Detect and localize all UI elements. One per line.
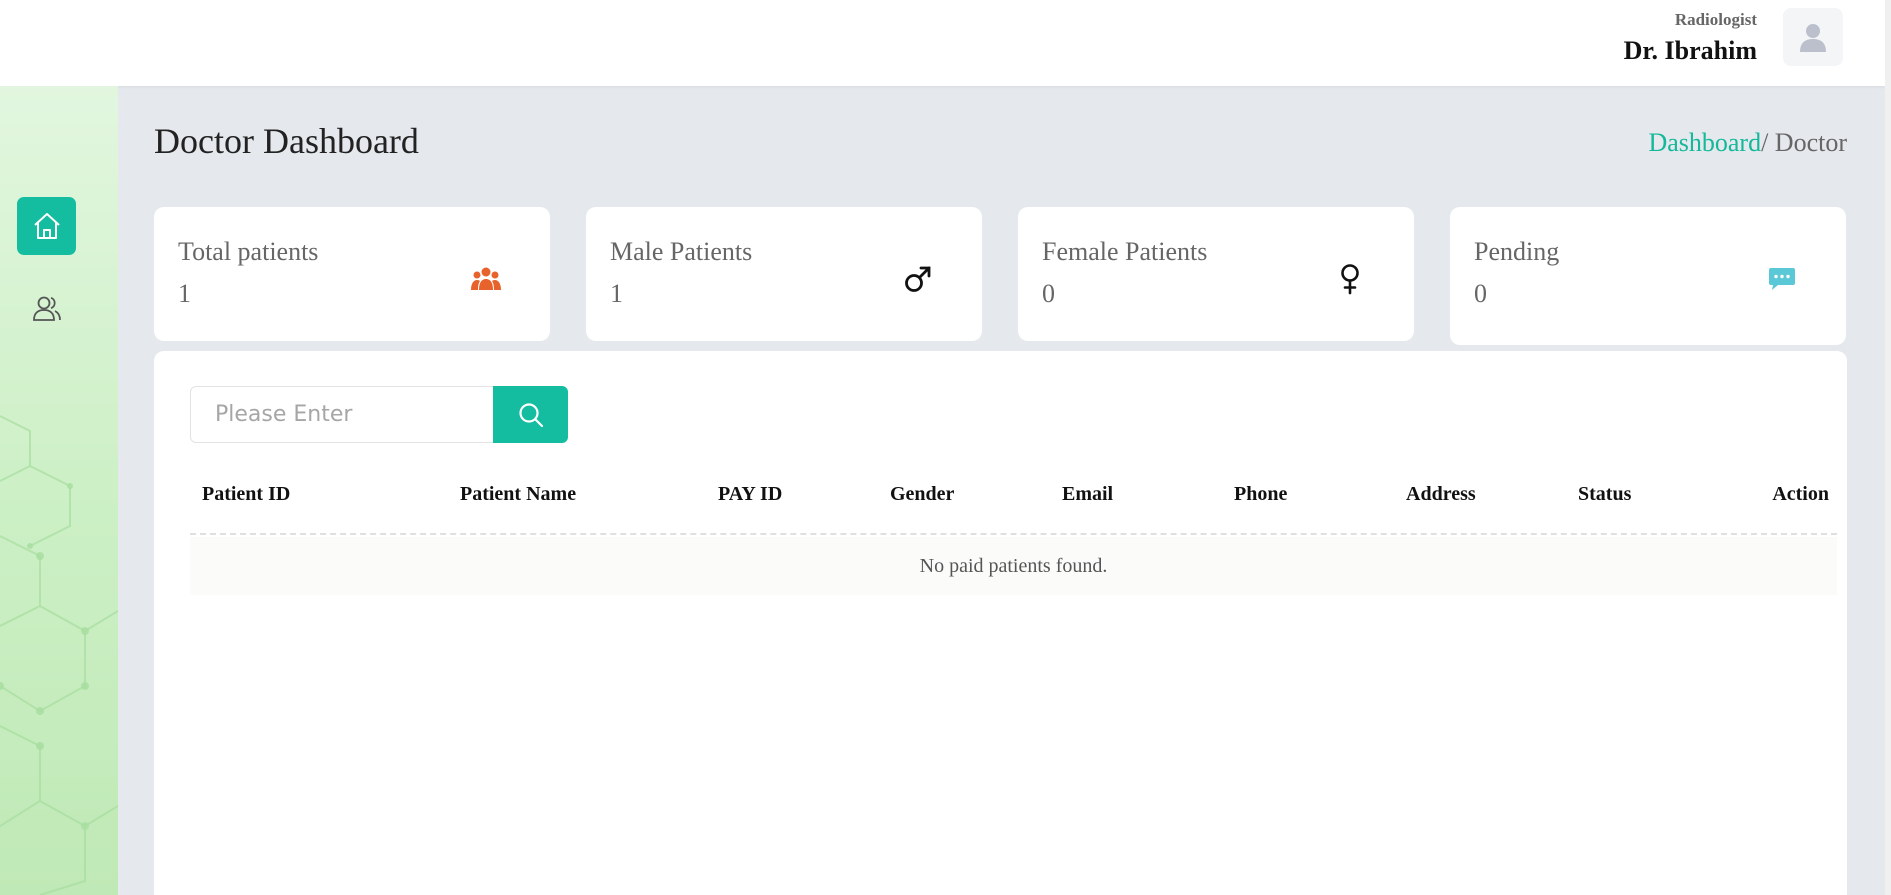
sidebar bbox=[0, 86, 118, 895]
column-header-action[interactable]: Action bbox=[1772, 483, 1829, 506]
column-header-address[interactable]: Address bbox=[1406, 483, 1476, 506]
column-header-patient-name[interactable]: Patient Name bbox=[460, 483, 576, 506]
stat-label: Female Patients bbox=[1042, 237, 1208, 266]
user-role: Radiologist bbox=[1674, 10, 1757, 29]
user-name: Dr. Ibrahim bbox=[1623, 36, 1757, 65]
stat-label: Male Patients bbox=[610, 237, 753, 266]
stat-label: Pending bbox=[1474, 237, 1560, 266]
stat-card-pending: Pending 0 bbox=[1450, 207, 1846, 345]
stat-card-female-patients: Female Patients 0 bbox=[1018, 207, 1414, 341]
group-icon bbox=[470, 263, 502, 295]
search-input[interactable] bbox=[190, 386, 493, 443]
column-header-gender[interactable]: Gender bbox=[890, 483, 954, 506]
user-info: Radiologist Dr. Ibrahim bbox=[1624, 10, 1757, 68]
page-scrollbar[interactable] bbox=[1885, 0, 1891, 895]
stat-card-male-patients: Male Patients 1 bbox=[586, 207, 982, 341]
female-icon bbox=[1334, 263, 1366, 295]
column-header-status[interactable]: Status bbox=[1578, 483, 1631, 506]
user-avatar-icon[interactable] bbox=[1783, 8, 1843, 66]
column-header-email[interactable]: Email bbox=[1062, 483, 1113, 506]
stat-value: 1 bbox=[178, 279, 191, 308]
breadcrumb: Dashboard/ Doctor bbox=[1648, 128, 1847, 158]
page-title: Doctor Dashboard bbox=[154, 121, 419, 161]
stat-label: Total patients bbox=[178, 237, 319, 266]
column-header-patient-id[interactable]: Patient ID bbox=[202, 483, 290, 506]
search-bar bbox=[190, 386, 568, 443]
column-header-phone[interactable]: Phone bbox=[1234, 483, 1287, 506]
stat-card-total-patients: Total patients 1 bbox=[154, 207, 550, 341]
stat-value: 0 bbox=[1042, 279, 1055, 308]
stat-value: 0 bbox=[1474, 279, 1487, 308]
column-header-pay-id[interactable]: PAY ID bbox=[718, 483, 782, 506]
male-icon bbox=[902, 263, 934, 295]
sidebar-item-patients[interactable] bbox=[17, 279, 76, 337]
table-header: Patient ID Patient Name PAY ID Gender Em… bbox=[190, 471, 1837, 535]
search-icon bbox=[518, 402, 543, 427]
chat-icon bbox=[1766, 263, 1798, 295]
table-empty-message: No paid patients found. bbox=[190, 537, 1837, 595]
patients-panel: Patient ID Patient Name PAY ID Gender Em… bbox=[154, 351, 1847, 895]
home-icon bbox=[33, 213, 60, 239]
search-button[interactable] bbox=[493, 386, 568, 443]
top-header: Radiologist Dr. Ibrahim bbox=[0, 0, 1885, 86]
breadcrumb-home-link[interactable]: Dashboard bbox=[1648, 128, 1761, 157]
users-icon bbox=[32, 296, 61, 321]
sidebar-item-home[interactable] bbox=[17, 197, 76, 255]
stat-value: 1 bbox=[610, 279, 623, 308]
breadcrumb-current: / Doctor bbox=[1761, 128, 1847, 157]
